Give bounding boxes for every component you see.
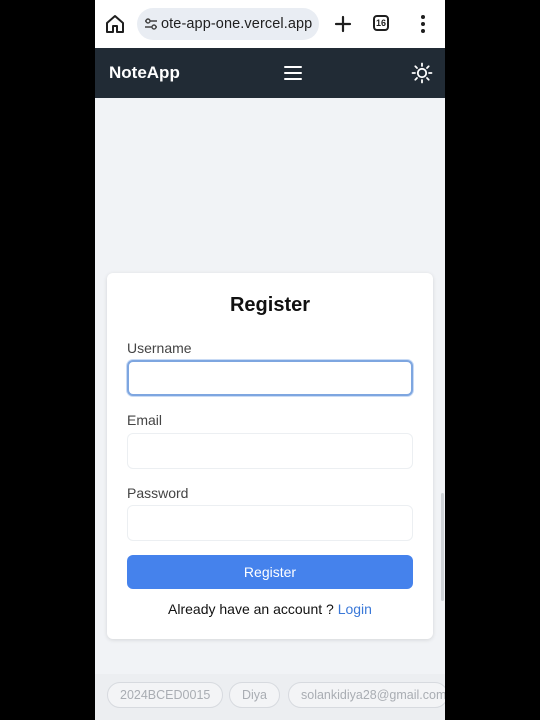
email-input[interactable] — [127, 433, 413, 469]
hamburger-menu-icon[interactable] — [283, 63, 303, 83]
more-vert-icon[interactable] — [415, 12, 431, 36]
register-button[interactable]: Register — [127, 555, 413, 589]
phone-viewport: ote-app-one.vercel.app 16 NoteApp Regist… — [95, 0, 445, 720]
password-input[interactable] — [127, 505, 413, 541]
sun-icon[interactable] — [411, 62, 433, 84]
register-title: Register — [229, 294, 311, 316]
url-text: ote-app-one.vercel.app — [161, 16, 313, 32]
student-id-chip: 2024BCED0015 — [107, 682, 224, 708]
username-label: Username — [127, 340, 192, 356]
login-prompt-text: Already have an account ? — [168, 601, 334, 617]
name-chip: Diya — [229, 682, 281, 708]
browser-toolbar: ote-app-one.vercel.app 16 — [95, 0, 445, 48]
password-label: Password — [127, 485, 189, 501]
email-chip: solankidiya28@gmail.com — [288, 682, 445, 708]
login-prompt: Already have an account ? Login — [107, 601, 433, 617]
address-bar[interactable]: ote-app-one.vercel.app — [137, 8, 319, 40]
tab-switcher-icon[interactable]: 16 — [373, 15, 389, 31]
page-scrollbar[interactable] — [441, 493, 444, 601]
email-label: Email — [127, 412, 163, 428]
login-link[interactable]: Login — [338, 601, 372, 617]
site-info-icon[interactable] — [143, 16, 159, 32]
brand-logo[interactable]: NoteApp — [109, 63, 180, 83]
app-navbar: NoteApp — [95, 48, 445, 98]
footer-info: 2024BCED0015 Diya solankidiya28@gmail.co… — [95, 674, 445, 720]
register-card: Register Username Email Password Registe… — [107, 273, 433, 639]
home-icon[interactable] — [103, 12, 127, 36]
username-input[interactable] — [127, 360, 413, 396]
plus-icon[interactable] — [331, 12, 355, 36]
